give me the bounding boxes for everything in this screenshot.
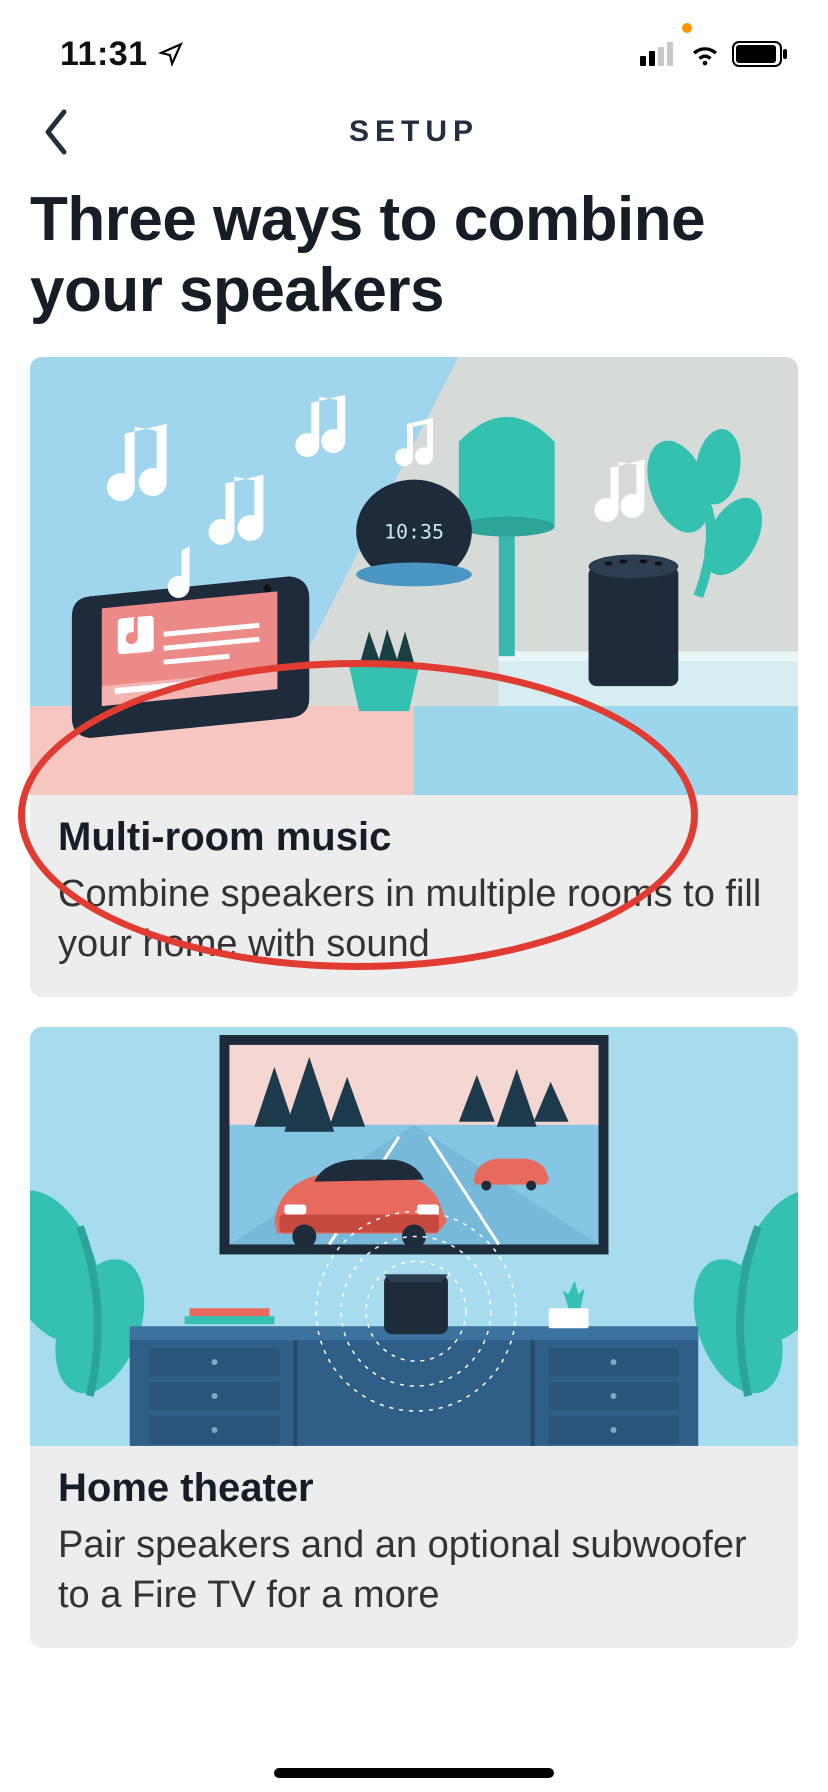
card-home-theater[interactable]: Home theater Pair speakers and an option… [30, 1027, 798, 1648]
status-time: 11:31 [60, 35, 184, 74]
card-body: Home theater Pair speakers and an option… [30, 1446, 798, 1648]
wifi-icon [688, 42, 722, 66]
orange-dot-icon [682, 23, 692, 33]
battery-icon [732, 41, 788, 67]
location-icon [158, 41, 184, 67]
status-time-text: 11:31 [60, 35, 148, 74]
nav-header: SETUP [0, 88, 828, 176]
clock-time: 10:35 [384, 519, 444, 543]
status-bar: 11:31 [0, 0, 828, 88]
cellular-icon [640, 42, 678, 66]
home-theater-illustration [30, 1027, 798, 1446]
chevron-left-icon [42, 108, 70, 156]
card-description: Pair speakers and an optional subwoofer … [58, 1521, 770, 1620]
card-multi-room-music[interactable]: 10:35 [30, 357, 798, 998]
cards-container: 10:35 [0, 357, 828, 1648]
card-title: Home theater [58, 1466, 770, 1511]
back-button[interactable] [32, 108, 80, 156]
nav-title: SETUP [349, 115, 479, 149]
page-title: Three ways to combine your speakers [30, 184, 798, 327]
card-title: Multi-room music [58, 815, 770, 860]
card-description: Combine speakers in multiple rooms to fi… [58, 870, 770, 969]
card-body: Multi-room music Combine speakers in mul… [30, 795, 798, 997]
status-right [640, 41, 788, 67]
home-indicator [274, 1768, 554, 1778]
multi-room-illustration: 10:35 [30, 357, 798, 796]
